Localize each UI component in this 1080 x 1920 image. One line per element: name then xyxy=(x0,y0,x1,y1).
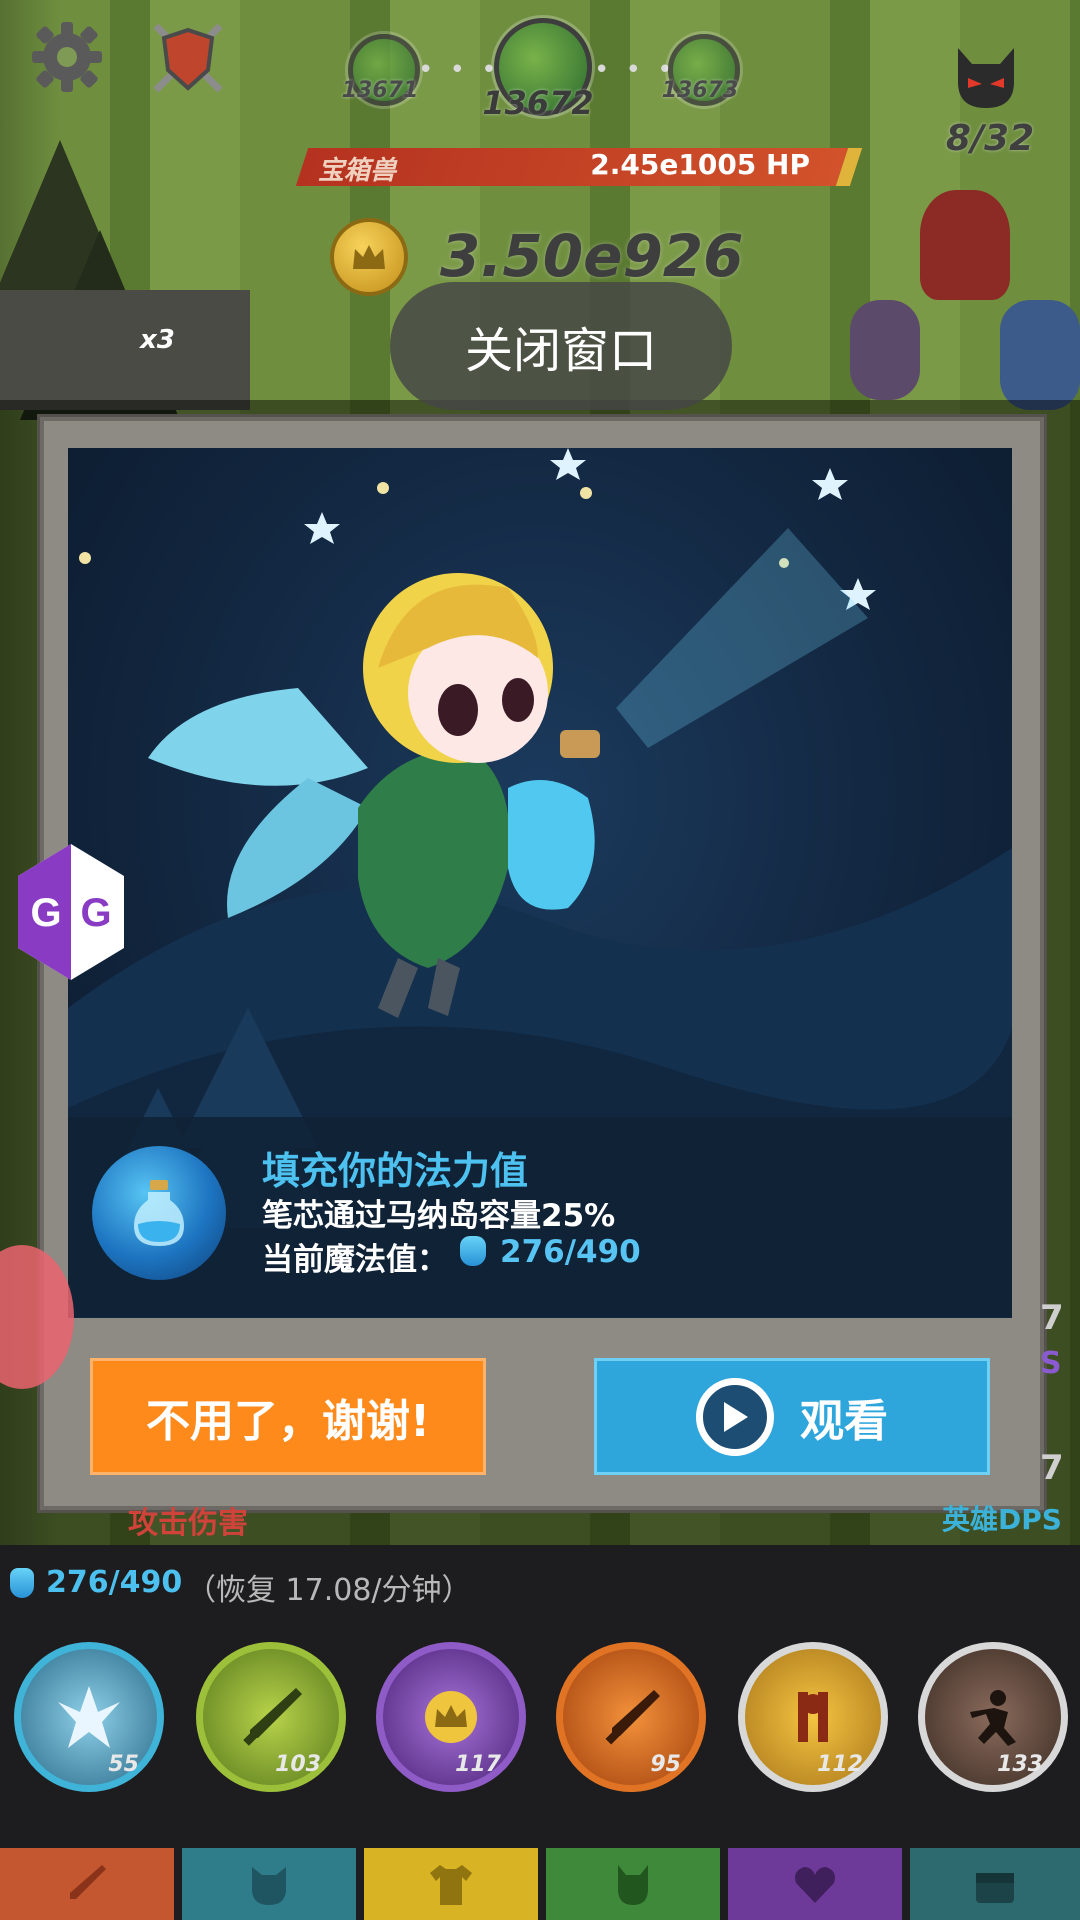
pet-icon xyxy=(618,1865,648,1905)
stage-current-number: 13672 xyxy=(482,84,594,122)
current-mana-label: 当前魔法值： xyxy=(262,1242,448,1278)
enemy-name: 宝箱兽 xyxy=(318,156,397,186)
mana-regen-rate: （恢复 17.08/分钟） xyxy=(186,1573,472,1608)
skill-level: 133 xyxy=(997,1752,1043,1777)
crowd-multiplier: x3 xyxy=(140,325,175,355)
side-stat-digit: 7 xyxy=(1040,1448,1064,1488)
attack-damage-label: 攻击伤害 xyxy=(128,1506,248,1541)
gg-floating-icon[interactable]: G G xyxy=(16,842,126,982)
stage-prev-number: 13671 xyxy=(341,78,419,103)
hero-dps-label: 英雄DPS xyxy=(942,1503,1062,1536)
mana-potion-icon xyxy=(92,1146,226,1280)
tab-heroes[interactable] xyxy=(182,1848,356,1920)
enemy-demon xyxy=(920,190,1010,300)
skill-level: 112 xyxy=(817,1752,863,1777)
dialog-title: 填充你的法力值 xyxy=(262,1149,529,1193)
skill-shadow-clone[interactable]: 133 xyxy=(918,1642,1068,1792)
tab-pets[interactable] xyxy=(546,1848,720,1920)
chest-icon xyxy=(976,1873,1014,1903)
mana-bar-value: 276/490 xyxy=(46,1565,183,1600)
stage-connector: • • • xyxy=(418,55,501,85)
skill-deadly-strike[interactable]: 103 xyxy=(196,1642,346,1792)
close-window-button[interactable]: 关闭窗口 xyxy=(390,282,732,410)
boss-progress: 8/32 xyxy=(945,118,1035,159)
enemy-warrior xyxy=(1000,300,1080,410)
current-mana-value: 276/490 xyxy=(500,1234,641,1270)
settings-gear-icon[interactable] xyxy=(28,18,106,96)
watch-ad-button[interactable]: 观看 xyxy=(594,1358,990,1475)
sword-icon xyxy=(70,1865,106,1899)
gg-letter-left: G xyxy=(30,891,61,935)
gg-letter-right: G xyxy=(80,891,111,935)
watch-button-label: 观看 xyxy=(800,1395,888,1447)
heart-icon xyxy=(795,1867,835,1903)
gold-amount: 3.50e926 xyxy=(440,222,744,290)
tab-equipment[interactable] xyxy=(364,1848,538,1920)
enemy-hero xyxy=(850,300,920,400)
side-stat-letter: S xyxy=(1040,1346,1062,1381)
gold-coin-icon xyxy=(330,218,408,296)
skill-heavenly-strike[interactable]: 55 xyxy=(14,1642,164,1792)
decline-button[interactable]: 不用了，谢谢! xyxy=(90,1358,486,1475)
tab-artifacts[interactable] xyxy=(728,1848,902,1920)
tab-sword-master[interactable] xyxy=(0,1848,174,1920)
skill-war-cry[interactable]: 112 xyxy=(738,1642,888,1792)
boss-devil-icon[interactable] xyxy=(950,42,1022,114)
clan-shield-icon[interactable] xyxy=(148,18,228,98)
tab-shop[interactable] xyxy=(910,1848,1080,1920)
skill-fire-sword[interactable]: 95 xyxy=(556,1642,706,1792)
dialog-description: 笔芯通过马纳岛容量25% xyxy=(262,1198,616,1234)
skill-level: 103 xyxy=(275,1752,321,1777)
shirt-icon xyxy=(430,1865,472,1905)
skill-hand-of-midas[interactable]: 117 xyxy=(376,1642,526,1792)
enemy-hp-value: 2.45e1005 HP xyxy=(590,148,810,181)
mana-bar-icon xyxy=(10,1568,34,1598)
helmet-icon xyxy=(252,1867,286,1905)
castle-wall xyxy=(0,290,250,410)
stage-next-number: 13673 xyxy=(661,78,739,103)
skill-level: 95 xyxy=(650,1752,681,1777)
play-icon xyxy=(696,1377,774,1456)
skill-level: 117 xyxy=(455,1752,501,1777)
skill-level: 55 xyxy=(108,1752,139,1777)
mana-small-icon xyxy=(460,1236,486,1266)
side-stat-digit: 7 xyxy=(1040,1298,1064,1338)
